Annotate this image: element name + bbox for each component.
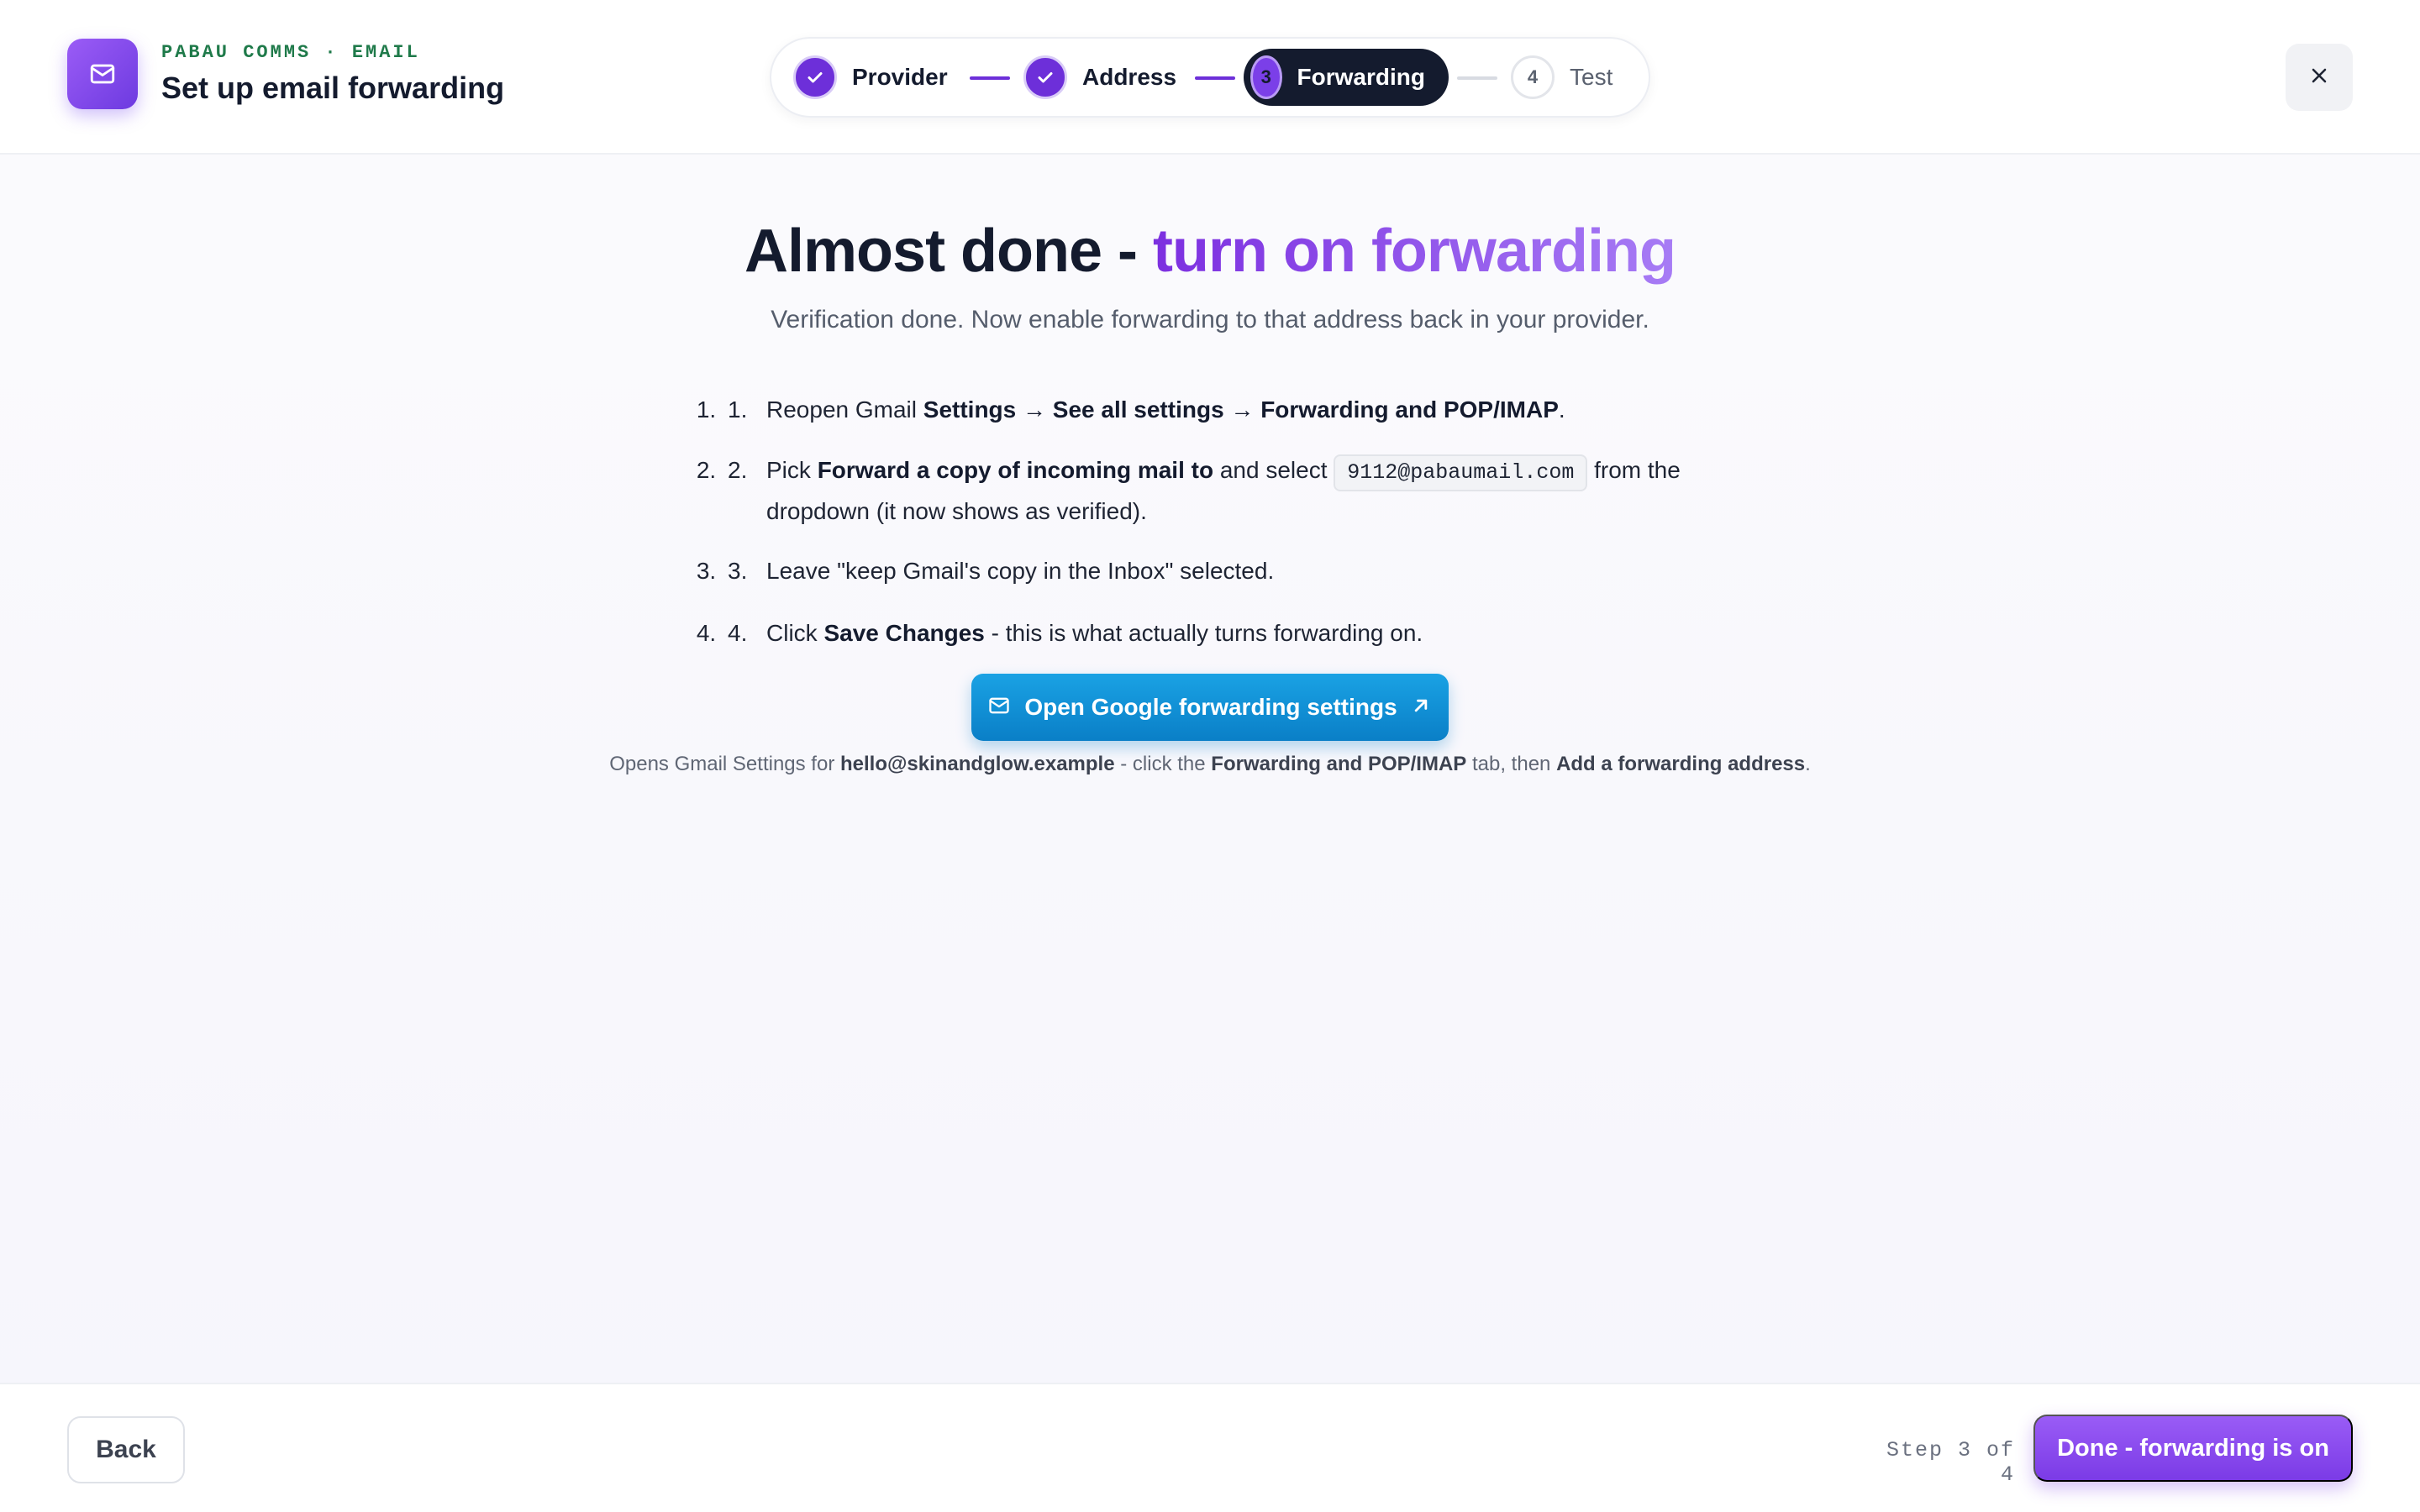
back-button[interactable]: Back bbox=[67, 1416, 185, 1483]
check-icon bbox=[793, 55, 837, 99]
footer-bar: Back Step 3 of 4 Done - forwarding is on bbox=[0, 1383, 2420, 1512]
step-number: 3 bbox=[1250, 55, 1282, 99]
check-icon bbox=[1023, 55, 1067, 99]
step-forwarding[interactable]: 3 Forwarding bbox=[1244, 49, 1449, 106]
external-link-icon bbox=[1409, 694, 1433, 722]
list-item: 4. Click Save Changes - this is what act… bbox=[723, 613, 1714, 654]
cta-helper-text: Opens Gmail Settings for hello@skinandgl… bbox=[609, 753, 1811, 775]
step-test[interactable]: 4 Test bbox=[1511, 49, 1612, 106]
step-counter: Step 3 of 4 bbox=[1886, 1438, 2015, 1487]
step-label: Forwarding bbox=[1297, 64, 1425, 90]
mail-icon bbox=[987, 694, 1011, 722]
list-item: 3. Leave "keep Gmail's copy in the Inbox… bbox=[723, 551, 1714, 591]
forwarding-address-code: 9112@pabaumail.com bbox=[1334, 454, 1588, 491]
headline-lead: Almost done - bbox=[744, 218, 1154, 285]
step-label: Provider bbox=[852, 64, 948, 90]
list-item: 2. Pick Forward a copy of incoming mail … bbox=[723, 450, 1714, 532]
step-address[interactable]: Address bbox=[1023, 49, 1176, 106]
step-number: 4 bbox=[1511, 55, 1555, 99]
step-provider[interactable]: Provider bbox=[793, 49, 948, 106]
close-button[interactable] bbox=[2286, 44, 2353, 111]
close-icon bbox=[2307, 64, 2331, 92]
step-connector bbox=[970, 76, 1010, 80]
headline: Almost done - turn on forwarding bbox=[0, 217, 2420, 286]
done-button[interactable]: Done - forwarding is on bbox=[2033, 1415, 2353, 1482]
subtitle: Verification done. Now enable forwarding… bbox=[771, 306, 1649, 333]
wizard-stepper: Provider Address 3 Forwarding 4 Test bbox=[770, 37, 1650, 118]
mail-icon bbox=[67, 39, 138, 109]
step-label: Test bbox=[1570, 64, 1613, 90]
list-item: 1. Reopen Gmail Settings → See all setti… bbox=[723, 390, 1714, 430]
step-label: Address bbox=[1082, 64, 1177, 90]
step-connector bbox=[1457, 76, 1497, 80]
top-bar: PABAU COMMS · EMAIL Set up email forward… bbox=[0, 0, 2420, 155]
page-title: Set up email forwarding bbox=[161, 71, 505, 105]
cta-label: Open Google forwarding settings bbox=[1024, 694, 1397, 720]
headline-accent: turn on forwarding bbox=[1153, 218, 1676, 285]
open-google-settings-button[interactable]: Open Google forwarding settings bbox=[971, 674, 1449, 741]
step-connector bbox=[1195, 76, 1235, 80]
app-eyebrow: PABAU COMMS · EMAIL bbox=[161, 42, 420, 63]
